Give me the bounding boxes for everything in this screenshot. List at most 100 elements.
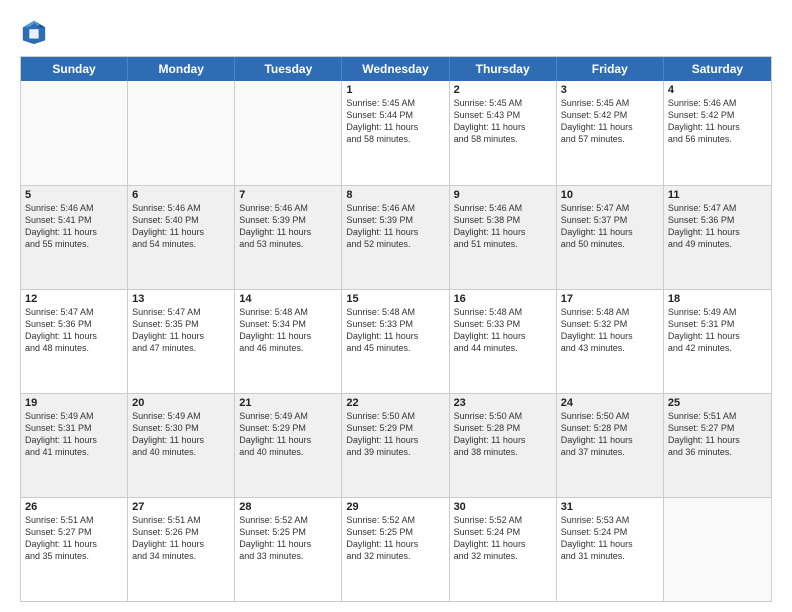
cell-info: Sunrise: 5:48 AM Sunset: 5:33 PM Dayligh… [454,307,526,353]
day-number: 22 [346,397,444,409]
cell-info: Sunrise: 5:51 AM Sunset: 5:27 PM Dayligh… [25,515,97,561]
calendar-cell: 27 Sunrise: 5:51 AM Sunset: 5:26 PM Dayli… [128,498,235,601]
cell-info: Sunrise: 5:47 AM Sunset: 5:35 PM Dayligh… [132,307,204,353]
cell-info: Sunrise: 5:45 AM Sunset: 5:43 PM Dayligh… [454,98,526,144]
day-number: 14 [239,293,337,305]
logo-icon [20,18,48,46]
calendar-cell: 6Sunrise: 5:46 AM Sunset: 5:40 PM Daylig… [128,186,235,289]
cell-info: Sunrise: 5:51 AM Sunset: 5:26 PM Dayligh… [132,515,204,561]
calendar-body: 1 Sunrise: 5:45 AM Sunset: 5:44 PM Daylig… [21,81,771,601]
cell-info: Sunrise: 5:49 AM Sunset: 5:30 PM Dayligh… [132,411,204,457]
day-number: 13 [132,293,230,305]
day-number: 17 [561,293,659,305]
day-number: 10 [561,189,659,201]
day-number: 5 [25,189,123,201]
calendar-cell: 18 Sunrise: 5:49 AM Sunset: 5:31 PM Dayli… [664,290,771,393]
cell-info: Sunrise: 5:48 AM Sunset: 5:33 PM Dayligh… [346,307,418,353]
cell-info: Sunrise: 5:52 AM Sunset: 5:24 PM Dayligh… [454,515,526,561]
calendar-cell: 19 Sunrise: 5:49 AM Sunset: 5:31 PM Dayli… [21,394,128,497]
calendar-cell [128,81,235,185]
cell-info: Sunrise: 5:45 AM Sunset: 5:42 PM Dayligh… [561,98,633,144]
day-number: 16 [454,293,552,305]
header [20,18,772,46]
day-number: 31 [561,501,659,513]
day-number: 2 [454,84,552,96]
calendar-cell: 21 Sunrise: 5:49 AM Sunset: 5:29 PM Dayli… [235,394,342,497]
calendar-cell: 5 Sunrise: 5:46 AM Sunset: 5:41 PM Daylig… [21,186,128,289]
cell-info: Sunrise: 5:52 AM Sunset: 5:25 PM Dayligh… [346,515,418,561]
cell-info: Sunrise: 5:46 AM Sunset: 5:40 PM Dayligh… [132,203,204,249]
calendar-cell: 17 Sunrise: 5:48 AM Sunset: 5:32 PM Dayli… [557,290,664,393]
calendar-cell: 24 Sunrise: 5:50 AM Sunset: 5:28 PM Dayli… [557,394,664,497]
calendar-cell: 8Sunrise: 5:46 AM Sunset: 5:39 PM Daylig… [342,186,449,289]
calendar-cell [664,498,771,601]
cell-info: Sunrise: 5:46 AM Sunset: 5:42 PM Dayligh… [668,98,740,144]
day-number: 7 [239,189,337,201]
header-day-tuesday: Tuesday [235,57,342,81]
day-number: 3 [561,84,659,96]
cell-info: Sunrise: 5:49 AM Sunset: 5:31 PM Dayligh… [25,411,97,457]
calendar-row-1: 1 Sunrise: 5:45 AM Sunset: 5:44 PM Daylig… [21,81,771,185]
cell-info: Sunrise: 5:47 AM Sunset: 5:36 PM Dayligh… [25,307,97,353]
calendar-cell: 13 Sunrise: 5:47 AM Sunset: 5:35 PM Dayli… [128,290,235,393]
cell-info: Sunrise: 5:51 AM Sunset: 5:27 PM Dayligh… [668,411,740,457]
day-number: 15 [346,293,444,305]
day-number: 28 [239,501,337,513]
day-number: 19 [25,397,123,409]
cell-info: Sunrise: 5:52 AM Sunset: 5:25 PM Dayligh… [239,515,311,561]
day-number: 9 [454,189,552,201]
day-number: 24 [561,397,659,409]
logo [20,18,52,46]
cell-info: Sunrise: 5:46 AM Sunset: 5:41 PM Dayligh… [25,203,97,249]
day-number: 12 [25,293,123,305]
day-number: 29 [346,501,444,513]
day-number: 11 [668,189,767,201]
calendar-header: SundayMondayTuesdayWednesdayThursdayFrid… [21,57,771,81]
cell-info: Sunrise: 5:46 AM Sunset: 5:39 PM Dayligh… [346,203,418,249]
calendar-cell: 23 Sunrise: 5:50 AM Sunset: 5:28 PM Dayli… [450,394,557,497]
day-number: 1 [346,84,444,96]
calendar-cell: 12 Sunrise: 5:47 AM Sunset: 5:36 PM Dayli… [21,290,128,393]
calendar-cell: 7Sunrise: 5:46 AM Sunset: 5:39 PM Daylig… [235,186,342,289]
calendar-cell: 26Sunrise: 5:51 AM Sunset: 5:27 PM Dayli… [21,498,128,601]
header-day-wednesday: Wednesday [342,57,449,81]
header-day-thursday: Thursday [450,57,557,81]
cell-info: Sunrise: 5:53 AM Sunset: 5:24 PM Dayligh… [561,515,633,561]
calendar-row-5: 26Sunrise: 5:51 AM Sunset: 5:27 PM Dayli… [21,497,771,601]
calendar-cell [235,81,342,185]
cell-info: Sunrise: 5:50 AM Sunset: 5:29 PM Dayligh… [346,411,418,457]
cell-info: Sunrise: 5:50 AM Sunset: 5:28 PM Dayligh… [561,411,633,457]
calendar-cell: 11Sunrise: 5:47 AM Sunset: 5:36 PM Dayli… [664,186,771,289]
calendar-cell: 28 Sunrise: 5:52 AM Sunset: 5:25 PM Dayli… [235,498,342,601]
cell-info: Sunrise: 5:50 AM Sunset: 5:28 PM Dayligh… [454,411,526,457]
cell-info: Sunrise: 5:45 AM Sunset: 5:44 PM Dayligh… [346,98,418,144]
calendar-cell: 22 Sunrise: 5:50 AM Sunset: 5:29 PM Dayli… [342,394,449,497]
day-number: 20 [132,397,230,409]
calendar-cell: 25 Sunrise: 5:51 AM Sunset: 5:27 PM Dayli… [664,394,771,497]
calendar-cell: 29 Sunrise: 5:52 AM Sunset: 5:25 PM Dayli… [342,498,449,601]
day-number: 21 [239,397,337,409]
cell-info: Sunrise: 5:49 AM Sunset: 5:31 PM Dayligh… [668,307,740,353]
day-number: 23 [454,397,552,409]
day-number: 18 [668,293,767,305]
calendar-cell: 4 Sunrise: 5:46 AM Sunset: 5:42 PM Daylig… [664,81,771,185]
calendar-cell [21,81,128,185]
calendar: SundayMondayTuesdayWednesdayThursdayFrid… [20,56,772,602]
day-number: 27 [132,501,230,513]
header-day-sunday: Sunday [21,57,128,81]
day-number: 4 [668,84,767,96]
cell-info: Sunrise: 5:49 AM Sunset: 5:29 PM Dayligh… [239,411,311,457]
cell-info: Sunrise: 5:48 AM Sunset: 5:32 PM Dayligh… [561,307,633,353]
calendar-row-2: 5 Sunrise: 5:46 AM Sunset: 5:41 PM Daylig… [21,185,771,289]
day-number: 25 [668,397,767,409]
calendar-cell: 1 Sunrise: 5:45 AM Sunset: 5:44 PM Daylig… [342,81,449,185]
header-day-saturday: Saturday [664,57,771,81]
cell-info: Sunrise: 5:48 AM Sunset: 5:34 PM Dayligh… [239,307,311,353]
calendar-cell: 20 Sunrise: 5:49 AM Sunset: 5:30 PM Dayli… [128,394,235,497]
header-day-friday: Friday [557,57,664,81]
calendar-row-3: 12 Sunrise: 5:47 AM Sunset: 5:36 PM Dayli… [21,289,771,393]
calendar-cell: 3 Sunrise: 5:45 AM Sunset: 5:42 PM Daylig… [557,81,664,185]
header-day-monday: Monday [128,57,235,81]
calendar-cell: 2 Sunrise: 5:45 AM Sunset: 5:43 PM Daylig… [450,81,557,185]
calendar-cell: 10Sunrise: 5:47 AM Sunset: 5:37 PM Dayli… [557,186,664,289]
